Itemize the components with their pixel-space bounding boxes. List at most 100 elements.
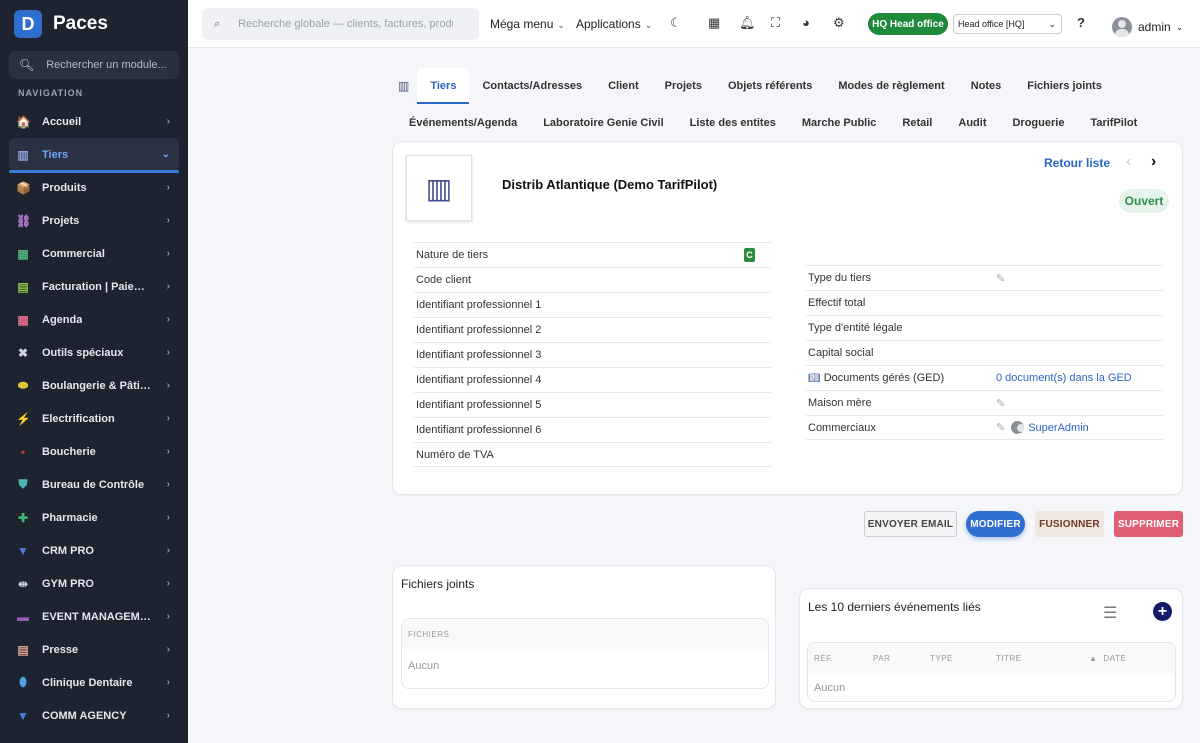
company-logo[interactable]: ▥: [406, 155, 472, 221]
back-to-list-link[interactable]: Retour liste: [1044, 156, 1110, 170]
entity-select-value: Head office [HQ]: [958, 19, 1025, 29]
sidebar-item-boulangerie-p-tisserie[interactable]: ⬬ Boulangerie & Pâtisserie ›: [0, 369, 188, 402]
chevron-right-icon: ›: [166, 545, 170, 556]
mega-menu-button[interactable]: Méga menu ⌄: [490, 17, 565, 31]
field-row: 📖︎ Documents gérés (GED) 0 document(s) d…: [806, 365, 1163, 390]
files-table: FICHIERS Aucun: [401, 618, 769, 689]
chevron-right-icon: ›: [166, 413, 170, 424]
tab-contacts-adresses[interactable]: Contacts/Adresses: [469, 72, 595, 100]
global-search-input[interactable]: ⌕ Recherche globale — clients, factures,…: [202, 8, 479, 40]
tab-laboratoire-genie-civil[interactable]: Laboratoire Genie Civil: [530, 109, 676, 137]
sidebar-item-presse[interactable]: ▤ Presse ›: [0, 633, 188, 666]
tab-modes-de-r-glement[interactable]: Modes de règlement: [825, 72, 957, 100]
table-row: Aucun: [808, 673, 1175, 701]
tab-tiers[interactable]: Tiers: [417, 68, 470, 104]
sidebar-item-projets[interactable]: ⛓ Projets ›: [0, 204, 188, 237]
grid-icon[interactable]: ▦: [708, 15, 720, 31]
building-icon[interactable]: ▥: [390, 79, 417, 93]
delete-button[interactable]: SUPPRIMER: [1114, 511, 1183, 537]
chevron-left-icon[interactable]: ‹: [1126, 153, 1131, 171]
sidebar-item-facturation-paiement[interactable]: ▤ Facturation | Paiement ›: [0, 270, 188, 303]
project-icon: ⛓: [16, 213, 32, 228]
tools-icon: ✖: [17, 345, 29, 360]
pencil-icon[interactable]: ✎: [996, 421, 1005, 434]
chevron-right-icon: ›: [166, 380, 170, 391]
sidebar-item-commercial[interactable]: ▦ Commercial ›: [0, 237, 188, 270]
chevron-right-icon: ›: [166, 677, 170, 688]
sidebar-item-electrification[interactable]: ⚡ Electrification ›: [0, 402, 188, 435]
field-value: ✎: [996, 272, 1011, 285]
tab-tarifpilot[interactable]: TarifPilot: [1077, 109, 1150, 137]
user-menu[interactable]: admin ⌄: [1112, 17, 1183, 37]
entity-select[interactable]: Head office [HQ] ⌄: [953, 14, 1062, 34]
sidebar-item-comm-agency[interactable]: ▼ COMM AGENCY ›: [0, 699, 188, 732]
list-icon[interactable]: ☰: [1103, 603, 1117, 623]
pencil-icon[interactable]: ✎: [996, 397, 1005, 410]
tab-client[interactable]: Client: [595, 72, 652, 100]
sales-rep-link[interactable]: SuperAdmin: [1028, 422, 1089, 434]
field-label: Identifiant professionnel 2: [416, 324, 542, 336]
applications-button[interactable]: Applications ⌄: [576, 17, 652, 31]
ged-documents-link[interactable]: 0 document(s) dans la GED: [996, 372, 1132, 384]
send-email-button[interactable]: ENVOYER EMAIL: [864, 511, 957, 537]
sidebar-item-accueil[interactable]: 🏠 Accueil ›: [0, 105, 188, 138]
tab-objets-r-f-rents[interactable]: Objets référents: [715, 72, 825, 100]
module-search-input[interactable]: 🔍︎ Rechercher un module...: [9, 51, 179, 79]
palette-icon[interactable]: ◕: [802, 15, 810, 30]
sidebar-item-event-management[interactable]: ▬ EVENT MANAGEMENT ›: [0, 600, 188, 633]
column-header: FICHIERS: [408, 629, 450, 639]
files-card: Fichiers joints FICHIERS Aucun: [392, 565, 776, 709]
field-label: Identifiant professionnel 6: [416, 424, 542, 436]
field-row: Commerciaux ✎ SuperAdmin: [806, 415, 1163, 440]
sidebar-item-crm-pro[interactable]: ▼ CRM PRO ›: [0, 534, 188, 567]
tooth-icon: ⬮: [19, 675, 27, 689]
sidebar-item-agenda[interactable]: ▦ Agenda ›: [0, 303, 188, 336]
tab-projets[interactable]: Projets: [652, 72, 715, 100]
tab-liste-des-entites[interactable]: Liste des entites: [677, 109, 789, 137]
sidebar-item-boucherie[interactable]: ▪ Boucherie ›: [0, 435, 188, 468]
sidebar-item-pharmacie[interactable]: ✚ Pharmacie ›: [0, 501, 188, 534]
book-icon: 📖︎: [808, 372, 821, 384]
sidebar-item-outils-sp-ciaux[interactable]: ✖ Outils spéciaux ›: [0, 336, 188, 369]
hq-badge: HQ Head office: [868, 13, 948, 35]
help-icon[interactable]: ?: [1077, 15, 1085, 30]
moon-icon[interactable]: ☾: [670, 15, 682, 31]
gear-icon[interactable]: ⚙: [833, 15, 845, 31]
bread-icon: ⬬: [17, 378, 29, 392]
sort-column-header[interactable]: ▲ DATE: [1089, 654, 1126, 663]
sidebar-item-produits[interactable]: 📦 Produits ›: [0, 171, 188, 204]
tab-notes[interactable]: Notes: [958, 72, 1015, 100]
sidebar-item-clinique-dentaire[interactable]: ⬮ Clinique Dentaire ›: [0, 666, 188, 699]
user-name: admin: [1138, 20, 1171, 34]
field-label: Type du tiers: [808, 272, 871, 284]
mega-menu-label: Méga menu: [490, 17, 554, 31]
app-logo: D: [14, 10, 42, 38]
fullscreen-icon[interactable]: ⛶: [771, 15, 780, 31]
chevron-down-icon: ⌄: [161, 149, 170, 160]
pencil-icon[interactable]: ✎: [996, 272, 1005, 285]
table-row: Aucun: [402, 649, 768, 682]
tab-v-nements-agenda[interactable]: Événements/Agenda: [396, 109, 530, 137]
add-event-icon[interactable]: +: [1153, 602, 1172, 621]
tab-marche-public[interactable]: Marche Public: [789, 109, 890, 137]
chevron-right-icon[interactable]: ›: [1151, 153, 1156, 171]
chevron-right-icon: ›: [166, 248, 170, 259]
brand[interactable]: D Paces: [0, 0, 188, 48]
field-row: Code client: [414, 267, 771, 292]
modify-button[interactable]: MODIFIER: [966, 511, 1025, 537]
merge-button[interactable]: FUSIONNER: [1035, 511, 1104, 537]
column-header: TITRE: [996, 653, 1022, 663]
tab-audit[interactable]: Audit: [945, 109, 999, 137]
tab-fichiers-joints[interactable]: Fichiers joints: [1014, 72, 1115, 100]
sidebar-item-tiers[interactable]: ▥ Tiers ⌄: [9, 138, 179, 173]
bell-icon[interactable]: 🔔︎: [739, 15, 756, 31]
tab-retail[interactable]: Retail: [889, 109, 945, 137]
nav-list: 🏠 Accueil › ▥ Tiers ⌄ 📦 Produits › ⛓ Projets › ▦ Comm…: [0, 105, 188, 732]
sidebar-item-label: Produits: [42, 181, 87, 194]
sidebar-item-gym-pro[interactable]: ⇹ GYM PRO ›: [0, 567, 188, 600]
calendar-icon: ▦: [17, 312, 29, 327]
field-label: Nature de tiers: [416, 249, 489, 261]
status-badge: Ouvert: [1119, 189, 1169, 213]
tab-droguerie[interactable]: Droguerie: [999, 109, 1077, 137]
sidebar-item-bureau-de-contr-le[interactable]: ⛊ Bureau de Contrôle ›: [0, 468, 188, 501]
